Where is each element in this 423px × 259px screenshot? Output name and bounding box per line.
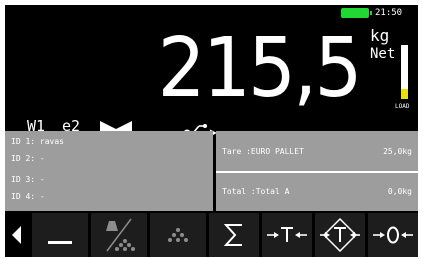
underscore-icon — [48, 241, 72, 244]
net-indicator: Net — [370, 46, 396, 62]
zero-icon — [373, 226, 413, 244]
count-pieces-icon — [168, 228, 188, 242]
panel-divider — [216, 171, 418, 173]
function-key-2[interactable] — [91, 213, 147, 257]
battery-icon — [341, 8, 372, 18]
weight-area: 215,5 kg Net LOAD W1 e2 — [5, 21, 418, 139]
total-label: Total :Total A — [222, 187, 290, 196]
scale-display: 21:50 215,5 kg Net LOAD W1 e2 ID 1: rava… — [5, 5, 418, 257]
zero-button[interactable] — [368, 213, 418, 257]
id-line-4: ID 4: - — [11, 192, 45, 201]
weight-to-pieces-icon — [106, 218, 135, 252]
id-line-3: ID 3: - — [11, 175, 45, 184]
load-label: LOAD — [395, 103, 410, 110]
tare-total-panel: Tare :EURO PALLET 25,0kg Total :Total A … — [216, 131, 418, 211]
sum-button[interactable] — [209, 213, 259, 257]
id-line-1: ID 1: ravas — [11, 137, 64, 146]
load-bar-fill — [401, 89, 408, 99]
clock: 21:50 — [373, 8, 405, 18]
total-value: 0,0kg — [387, 187, 412, 196]
load-bar — [401, 45, 408, 99]
tare-value: 25,0kg — [383, 147, 412, 156]
function-key-3[interactable] — [150, 213, 206, 257]
total-row: Total :Total A 0,0kg — [222, 187, 412, 196]
weight-unit: kg — [370, 26, 390, 45]
preset-tare-button[interactable] — [315, 213, 365, 257]
id-panel: ID 1: ravas ID 2: - ID 3: - ID 4: - — [5, 131, 213, 211]
function-key-1[interactable] — [32, 213, 88, 257]
tare-label: Tare :EURO PALLET — [222, 147, 304, 156]
weight-value: 215,5 — [157, 21, 363, 116]
preset-tare-icon — [320, 218, 360, 252]
left-arrow-icon — [12, 226, 21, 244]
previous-keys-button[interactable] — [5, 213, 29, 257]
sum-icon — [224, 224, 242, 246]
tare-icon — [267, 227, 307, 242]
id-line-2: ID 2: - — [11, 154, 45, 163]
tare-row: Tare :EURO PALLET 25,0kg — [222, 147, 412, 156]
function-key-bar — [5, 213, 418, 257]
tare-button[interactable] — [262, 213, 312, 257]
